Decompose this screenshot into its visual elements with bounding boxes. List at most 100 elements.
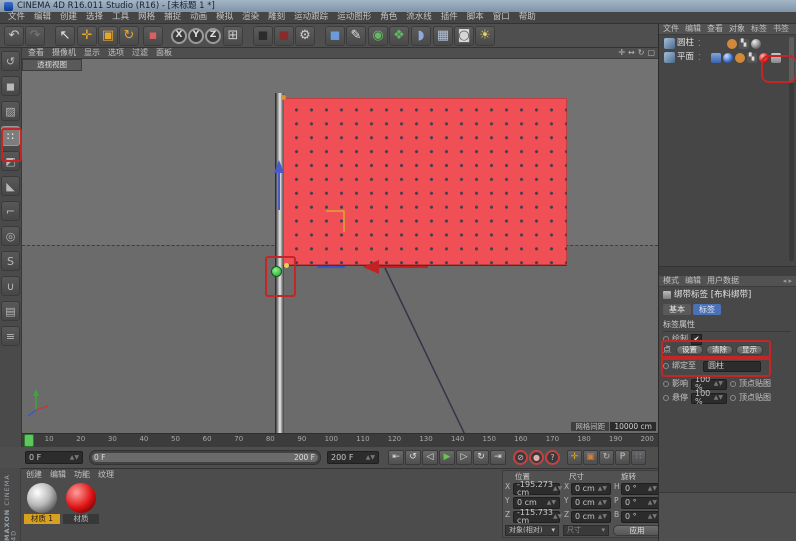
size-field[interactable]: 0 cm▲▼ <box>571 497 611 509</box>
polygons-mode-icon[interactable]: ◣ <box>1 176 20 196</box>
size-field[interactable]: 0 cm▲▼ <box>571 483 611 495</box>
om-menu-item[interactable]: 对象 <box>729 25 745 33</box>
material-item[interactable]: 材质 <box>63 482 99 524</box>
array-generator-icon[interactable]: ❖ <box>389 26 409 46</box>
menu-item[interactable]: 窗口 <box>493 13 510 22</box>
lock-z-button[interactable]: Z <box>205 28 221 44</box>
om-menu-item[interactable]: 查看 <box>707 25 723 33</box>
viewport-menu-item[interactable]: 过滤 <box>132 49 148 57</box>
flag-plane-mesh[interactable] <box>283 98 567 266</box>
key-parameter-icon[interactable]: P <box>615 450 630 465</box>
redo-icon[interactable]: ↷ <box>25 26 45 46</box>
position-field[interactable]: -115.733 cm▲▼ <box>513 511 560 523</box>
snap-icon[interactable]: S <box>1 251 20 271</box>
menu-item[interactable]: 运动图形 <box>337 13 371 22</box>
texture-checker-tag[interactable]: ▚ <box>747 53 757 63</box>
apply-button[interactable]: 应用 <box>613 525 661 536</box>
display-tag[interactable] <box>727 39 737 49</box>
material-menu-item[interactable]: 创建 <box>26 471 42 479</box>
menu-item[interactable]: 模拟 <box>216 13 233 22</box>
material-name[interactable]: 材质 <box>63 514 99 524</box>
om-menu-item[interactable]: 书签 <box>773 25 789 33</box>
menu-item[interactable]: 动画 <box>190 13 207 22</box>
object-name[interactable]: 平面 <box>677 53 694 62</box>
live-selection-icon[interactable]: ↖ <box>55 26 75 46</box>
coord-system-icon[interactable]: ⊞ <box>223 26 243 46</box>
camera-icon[interactable]: ◙ <box>454 26 474 46</box>
cylinder-object-icon[interactable] <box>664 38 675 49</box>
timeline-ruler[interactable]: 1020304050607080901001101201301401501601… <box>22 433 658 447</box>
viewport-menu-item[interactable]: 面板 <box>156 49 172 57</box>
influence-field[interactable]: 100 %▲▼ <box>691 379 727 390</box>
phong-tag[interactable] <box>723 53 733 63</box>
goto-end-button[interactable]: ⇥ <box>490 450 506 465</box>
menu-item[interactable]: 插件 <box>441 13 458 22</box>
material-menu-item[interactable]: 功能 <box>74 471 90 479</box>
next-frame-button[interactable]: ▷ <box>456 450 472 465</box>
menu-item[interactable]: 捕捉 <box>164 13 181 22</box>
om-menu-item[interactable]: 编辑 <box>685 25 701 33</box>
display-tag[interactable] <box>735 53 745 63</box>
menu-item[interactable]: 流水线 <box>406 13 432 22</box>
keyframe-dot[interactable] <box>663 395 669 401</box>
light-icon[interactable]: ☀ <box>475 26 495 46</box>
texture-checker-tag[interactable]: ▚ <box>739 39 749 49</box>
menu-item[interactable]: 运动跟踪 <box>294 13 328 22</box>
keyframe-dot[interactable] <box>730 381 736 387</box>
menu-item[interactable]: 雕刻 <box>268 13 285 22</box>
coord-mode-dropdown[interactable]: 对象(相对)▾ <box>505 525 559 536</box>
material-menu-item[interactable]: 编辑 <box>50 471 66 479</box>
am-tab[interactable]: 标签 <box>693 304 721 315</box>
move-icon[interactable]: ✛ <box>77 26 97 46</box>
magnet-icon[interactable]: ∪ <box>1 276 20 296</box>
model-mode-icon[interactable]: ◼ <box>1 76 20 96</box>
material-preview-sphere[interactable] <box>27 483 57 513</box>
record-button[interactable]: ⊘ <box>513 450 528 465</box>
menu-item[interactable]: 编辑 <box>34 13 51 22</box>
viewport-tab[interactable]: 透视视图 <box>22 59 82 71</box>
visibility-toggles[interactable]: ⁚ <box>698 40 701 48</box>
rotate-view-icon[interactable]: ↻ <box>638 49 645 57</box>
rotation-field[interactable]: 0 °▲▼ <box>621 483 661 495</box>
om-menu-item[interactable]: 标签 <box>751 25 767 33</box>
timeline-playhead[interactable] <box>24 434 34 447</box>
enable-axis-icon[interactable]: ⌐ <box>1 201 20 221</box>
menu-item[interactable]: 帮助 <box>519 13 536 22</box>
object-name[interactable]: 圆柱 <box>677 39 694 48</box>
menu-item[interactable]: 角色 <box>380 13 397 22</box>
material-preview-sphere[interactable] <box>66 483 96 513</box>
am-menu-mode[interactable]: 模式 <box>663 277 679 285</box>
spline-pen-icon[interactable]: ✎ <box>346 26 366 46</box>
goto-start-button[interactable]: ⇤ <box>388 450 404 465</box>
workplane-icon[interactable]: ▤ <box>1 301 20 321</box>
prev-frame-button[interactable]: ◁ <box>422 450 438 465</box>
keyframe-dot[interactable] <box>730 395 736 401</box>
toggle-view-icon[interactable]: ▢ <box>647 49 655 57</box>
viewport-solo-icon[interactable]: ◎ <box>1 226 20 246</box>
am-tab[interactable]: 基本 <box>663 304 691 315</box>
spinner-icon[interactable]: ▲▼ <box>70 455 79 461</box>
key-pla-icon[interactable]: ∷ <box>631 450 646 465</box>
spinner-icon[interactable]: ▲▼ <box>366 455 375 461</box>
current-frame-field[interactable]: 0 F▲▼ <box>25 451 83 464</box>
size-field[interactable]: 0 cm▲▼ <box>571 511 611 523</box>
menu-item[interactable]: 脚本 <box>467 13 484 22</box>
key-position-icon[interactable]: ✛ <box>567 450 582 465</box>
deformer-icon[interactable]: ◗ <box>411 26 431 46</box>
frame-range-slider[interactable]: 0 F 200 F <box>89 450 321 465</box>
am-menu-edit[interactable]: 编辑 <box>685 277 701 285</box>
om-menu-item[interactable]: 文件 <box>663 25 679 33</box>
render-region-icon[interactable]: ◼ <box>274 26 294 46</box>
next-key-button[interactable]: ↻ <box>473 450 489 465</box>
menu-item[interactable]: 文件 <box>8 13 25 22</box>
prev-key-button[interactable]: ↺ <box>405 450 421 465</box>
autokey-button[interactable]: ● <box>529 450 544 465</box>
make-editable-icon[interactable]: ↺ <box>1 51 20 71</box>
undo-icon[interactable]: ↶ <box>4 26 24 46</box>
rotate-icon[interactable]: ↻ <box>119 26 139 46</box>
am-history-arrows[interactable]: ◂ ▸ <box>783 278 792 285</box>
hover-field[interactable]: 100 %▲▼ <box>691 393 727 404</box>
cloth-tag[interactable] <box>711 53 721 63</box>
viewport-menu-item[interactable]: 选项 <box>108 49 124 57</box>
menu-item[interactable]: 渲染 <box>242 13 259 22</box>
